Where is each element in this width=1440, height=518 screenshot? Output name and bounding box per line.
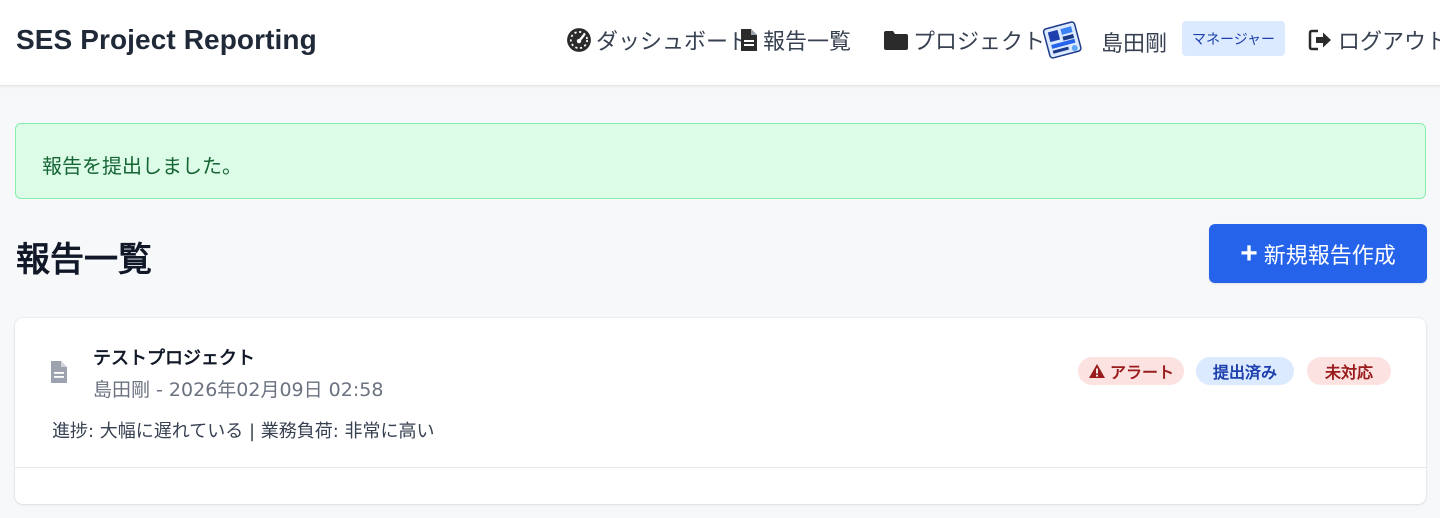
- app-title[interactable]: SES Project Reporting: [16, 24, 317, 56]
- nav-dashboard-link[interactable]: ダッシュボード: [566, 26, 751, 55]
- response-badge: 未対応: [1307, 357, 1391, 385]
- avatar[interactable]: [1038, 15, 1086, 63]
- nav-reports-label: 報告一覧: [763, 30, 852, 55]
- new-report-button-label: 新規報告作成: [1263, 242, 1396, 268]
- nav-projects-label: プロジェクト: [913, 30, 1046, 55]
- folder-icon: [884, 31, 908, 50]
- alert-badge-label: アラート: [1109, 363, 1174, 382]
- warning-triangle-icon: [1088, 364, 1105, 378]
- report-project-name[interactable]: テストプロジェクト: [93, 344, 255, 370]
- success-alert: 報告を提出しました。: [15, 123, 1426, 199]
- status-badge: 提出済み: [1196, 357, 1294, 385]
- sign-out-icon: [1308, 29, 1331, 51]
- top-navbar: SES Project Reporting ダッシュボード 報告一覧 プロジェク…: [0, 0, 1440, 86]
- nav-projects-link[interactable]: プロジェクト: [883, 26, 1046, 55]
- nav-reports-link[interactable]: 報告一覧: [739, 26, 852, 55]
- user-name: 島田剛: [1101, 32, 1168, 57]
- report-summary: 進捗: 大幅に遅れている | 業務負荷: 非常に高い: [52, 421, 435, 442]
- card-divider: [15, 467, 1426, 468]
- nav-dashboard-label: ダッシュボード: [596, 30, 751, 55]
- document-icon: [51, 361, 67, 383]
- report-card[interactable]: テストプロジェクト 島田剛 - 2026年02月09日 02:58 進捗: 大幅…: [15, 318, 1426, 504]
- success-alert-message: 報告を提出しました。: [42, 154, 242, 178]
- logout-label: ログアウト: [1338, 30, 1440, 55]
- alert-badge: アラート: [1078, 357, 1184, 385]
- logout-link[interactable]: ログアウト: [1308, 26, 1440, 55]
- gauge-icon: [567, 28, 591, 52]
- plus-icon: +: [1240, 236, 1258, 270]
- file-icon: [741, 29, 757, 51]
- page-title: 報告一覧: [16, 240, 152, 280]
- report-meta: 島田剛 - 2026年02月09日 02:58: [93, 379, 384, 401]
- role-badge: マネージャー: [1182, 21, 1285, 56]
- new-report-button[interactable]: + 新規報告作成: [1209, 224, 1427, 283]
